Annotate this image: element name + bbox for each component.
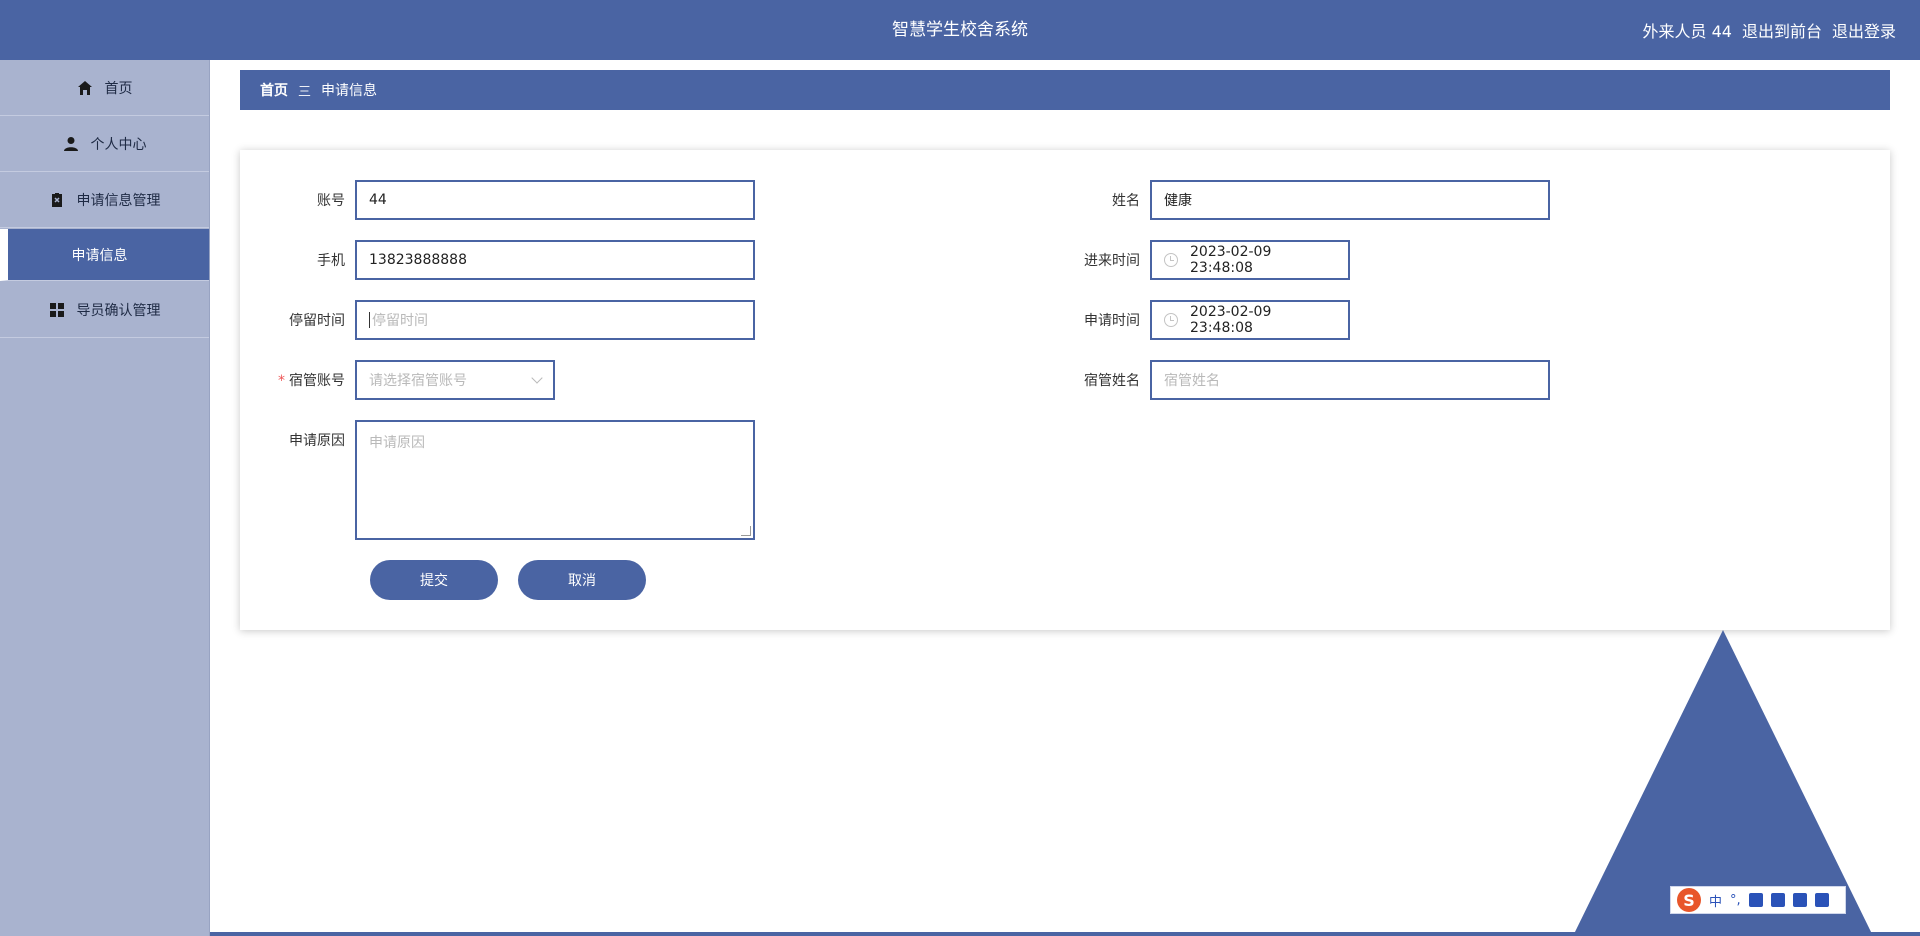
submit-button[interactable]: 提交 (370, 560, 498, 600)
name-field[interactable]: 健康 (1150, 180, 1550, 220)
clock-icon (1164, 253, 1178, 267)
top-bar: 智慧学生校舍系统 外来人员 44 退出到前台 退出登录 (0, 0, 1920, 60)
account-row: 账号 44 (240, 180, 755, 220)
form-card: 账号 44 姓名 健康 手机 13823888888 进来时间 2023-02-… (240, 150, 1890, 630)
reason-placeholder: 申请原因 (369, 435, 425, 451)
sidebar-item-personal-center[interactable]: 个人中心 (0, 116, 209, 172)
user-icon (63, 136, 78, 151)
user-area: 外来人员 44 退出到前台 退出登录 (1643, 0, 1896, 60)
clock-icon (1164, 313, 1178, 327)
apps-icon[interactable] (1814, 893, 1829, 907)
sidebar-item-label: 申请信息 (71, 247, 128, 264)
sidebar-subitem-apply-info[interactable]: 申请信息 (0, 229, 209, 281)
sidebar-item-label: 申请信息管理 (76, 192, 161, 209)
stay-time-placeholder: 停留时间 (372, 313, 428, 329)
sidebar: 首页 个人中心 申请信息管理 申请信息 导员确认管理 (0, 60, 210, 936)
stay-time-row: 停留时间 停留时间 (240, 300, 755, 340)
apply-time-row: 申请时间 2023-02-09 23:48:08 (1035, 300, 1350, 340)
back-to-front-link[interactable]: 退出到前台 (1742, 18, 1822, 42)
dorm-account-label-text: 宿管账号 (289, 373, 345, 389)
apply-time-value: 2023-02-09 23:48:08 (1190, 304, 1272, 336)
app-title: 智慧学生校舍系统 (892, 20, 1028, 40)
dorm-account-row: * 宿管账号 请选择宿管账号 (240, 360, 555, 400)
phone-row: 手机 13823888888 (240, 240, 755, 280)
required-mark: * (278, 373, 285, 389)
sogou-logo-icon: S (1677, 888, 1701, 912)
name-row: 姓名 健康 (1035, 180, 1550, 220)
chevron-down-icon (531, 372, 543, 384)
dorm-account-label: * 宿管账号 (240, 370, 355, 390)
breadcrumb-separator: 三 (298, 84, 312, 100)
apply-time-field[interactable]: 2023-02-09 23:48:08 (1150, 300, 1350, 340)
phone-label: 手机 (317, 253, 345, 269)
apply-time-label: 申请时间 (1084, 313, 1140, 329)
sidebar-item-label: 个人中心 (90, 136, 147, 153)
breadcrumb: 首页 三 申请信息 (240, 70, 1890, 110)
skin-icon[interactable] (1792, 893, 1807, 907)
bottom-border (210, 932, 1920, 936)
ime-punct[interactable]: °, (1730, 893, 1741, 908)
account-label: 账号 (317, 193, 345, 209)
sidebar-item-label: 首页 (104, 80, 133, 97)
reason-row: 申请原因 申请原因 (240, 420, 755, 540)
enter-time-field[interactable]: 2023-02-09 23:48:08 (1150, 240, 1350, 280)
sidebar-item-home[interactable]: 首页 (0, 60, 209, 116)
text-cursor (369, 312, 370, 328)
account-field[interactable]: 44 (355, 180, 755, 220)
logout-link[interactable]: 退出登录 (1832, 18, 1896, 42)
reason-label: 申请原因 (289, 433, 345, 449)
dorm-name-label: 宿管姓名 (1084, 373, 1140, 389)
stay-time-field[interactable]: 停留时间 (355, 300, 755, 340)
breadcrumb-current: 申请信息 (321, 83, 378, 99)
microphone-icon[interactable] (1748, 893, 1763, 907)
keyboard-icon[interactable] (1770, 893, 1785, 907)
user-label: 外来人员 44 (1642, 22, 1732, 41)
cancel-button[interactable]: 取消 (518, 560, 646, 600)
enter-time-value: 2023-02-09 23:48:08 (1190, 244, 1272, 276)
resize-handle[interactable] (741, 526, 751, 536)
enter-time-label: 进来时间 (1084, 253, 1140, 269)
phone-field[interactable]: 13823888888 (355, 240, 755, 280)
sidebar-item-apply-management[interactable]: 申请信息管理 (0, 172, 209, 228)
home-icon (77, 80, 92, 95)
grid-icon (49, 302, 64, 317)
breadcrumb-home[interactable]: 首页 (260, 80, 288, 100)
enter-time-row: 进来时间 2023-02-09 23:48:08 (1035, 240, 1350, 280)
dorm-name-row: 宿管姓名 宿管姓名 (1035, 360, 1550, 400)
dorm-account-select[interactable]: 请选择宿管账号 (355, 360, 555, 400)
ime-toolbar[interactable]: S 中 °, (1670, 886, 1846, 914)
sidebar-item-label: 导员确认管理 (76, 302, 161, 319)
stay-time-label: 停留时间 (289, 313, 345, 329)
reason-textarea[interactable]: 申请原因 (355, 420, 755, 540)
dorm-name-field[interactable]: 宿管姓名 (1150, 360, 1550, 400)
sidebar-item-counselor-confirm[interactable]: 导员确认管理 (0, 282, 209, 338)
name-label: 姓名 (1112, 193, 1140, 209)
ime-mode[interactable]: 中 (1709, 891, 1722, 910)
clipboard-icon (51, 192, 62, 207)
dorm-account-placeholder: 请选择宿管账号 (369, 373, 467, 389)
